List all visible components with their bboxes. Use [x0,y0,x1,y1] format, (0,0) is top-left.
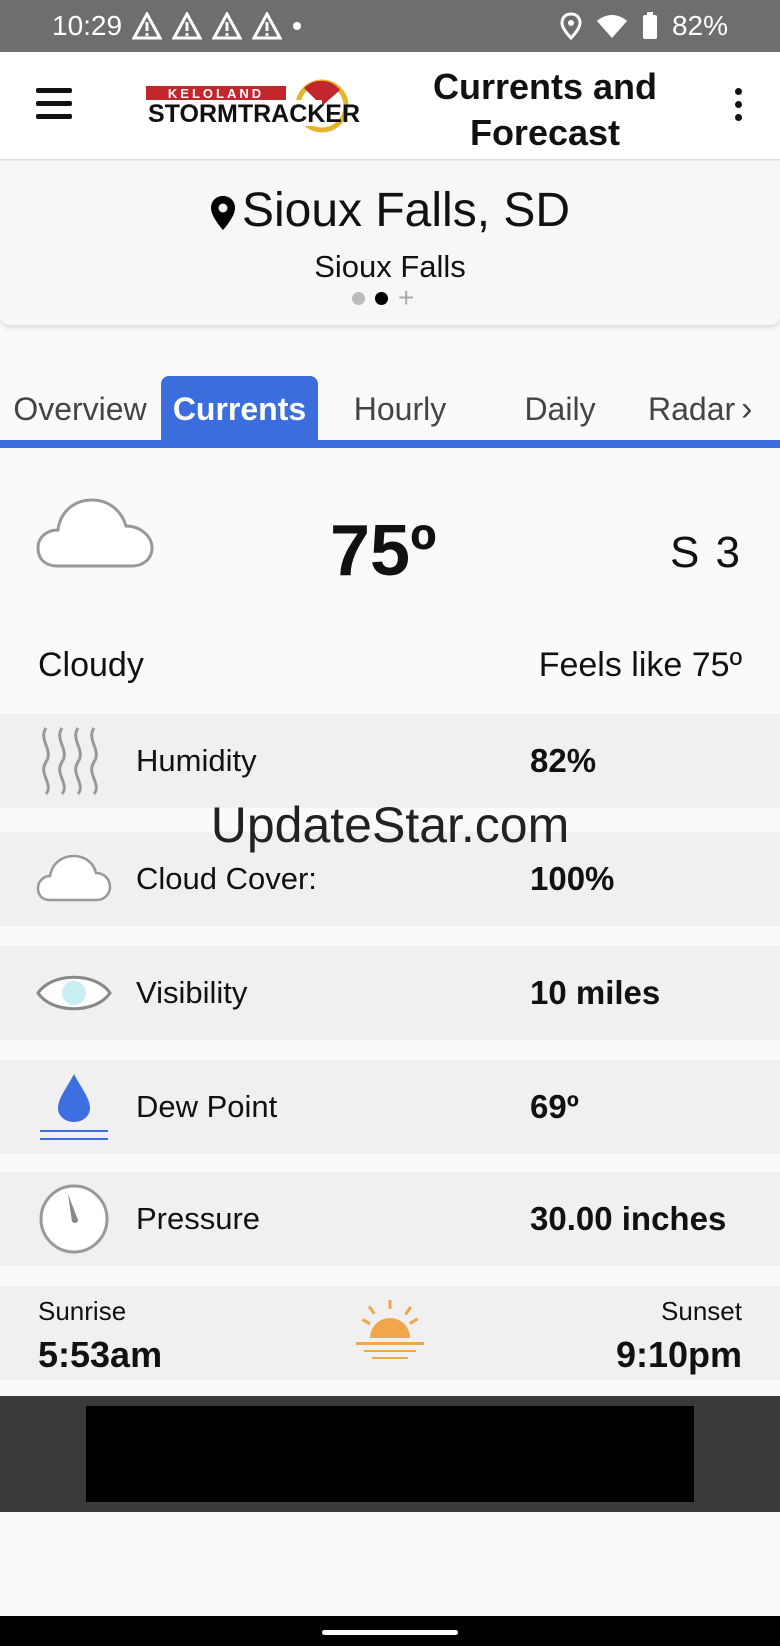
ad-banner[interactable] [86,1406,694,1502]
detail-value: 82% [530,742,597,779]
location-pager[interactable]: + [352,284,414,312]
detail-value: 10 miles [530,974,661,1011]
condition-text: Cloudy [38,646,144,684]
add-location-button[interactable]: + [398,284,414,312]
eye-icon [36,975,112,1011]
humidity-icon [42,727,98,795]
location-subtitle: Sioux Falls [314,249,466,284]
warning-icon [252,12,283,40]
sunset-label: Sunset [661,1296,742,1326]
tab-indicator [0,440,780,448]
map-pin-icon [210,196,235,231]
keloland-stormtracker-logo: KELOLAND STORMTRACKER [146,79,360,133]
watermark: UpdateStar.com [210,797,570,853]
app-bar: KELOLAND STORMTRACKER Currents and Forec… [0,52,780,160]
bottom-spacer [0,1512,780,1616]
cloud-icon [36,498,154,568]
hamburger-menu-icon[interactable] [36,88,72,124]
warning-icon [132,12,163,40]
tab-hourly[interactable]: Hourly [320,376,480,442]
detail-value: 30.00 inches [530,1200,727,1237]
tab-currents[interactable]: Currents [161,376,318,442]
detail-row-dew-point: Dew Point 69º [0,1060,780,1154]
sunset-icon [356,1300,424,1359]
svg-text:STORMTRACKER: STORMTRACKER [148,100,360,128]
chevron-right-icon[interactable]: › [741,376,752,442]
detail-label: Humidity [136,743,257,778]
battery-icon [642,12,657,39]
tab-bar: Overview Currents Hourly Daily Radar › [0,374,780,448]
detail-label: Pressure [136,1201,261,1236]
detail-label: Dew Point [136,1089,278,1124]
location-name: Sioux Falls, SD [241,184,571,237]
pager-dot[interactable] [352,291,365,305]
detail-value: 69º [530,1088,579,1125]
sun-times: Sunrise 5:53am Sunset 9:10pm [0,1286,780,1380]
sunrise-label: Sunrise [38,1296,127,1326]
detail-row-visibility: Visibility 10 miles [0,946,780,1040]
current-conditions: 75º S 3 Cloudy Feels like 75º [0,470,780,710]
location-card[interactable]: Sioux Falls, SD Sioux Falls + [0,161,780,325]
ad-banner-container [0,1396,780,1512]
feels-like-text: Feels like 75º [538,646,742,684]
tab-radar-label: Radar [648,391,736,427]
notification-dot-icon [293,22,302,30]
warning-icon [212,12,243,40]
battery-percent: 82% [671,10,728,41]
system-navigation-bar [0,1616,780,1646]
wind-readout: S 3 [669,528,742,577]
wifi-icon [596,15,627,38]
gauge-icon [39,1184,109,1254]
location-icon [560,12,582,40]
overflow-menu-icon[interactable] [732,88,744,128]
detail-row-pressure: Pressure 30.00 inches [0,1172,780,1266]
sunset-time: 9:10pm [615,1334,742,1375]
sunrise-time: 5:53am [38,1334,163,1375]
warning-icon [172,12,203,40]
tab-daily[interactable]: Daily [480,376,640,442]
pager-dot-active[interactable] [375,291,388,305]
tab-radar[interactable]: Radar › [640,376,775,442]
detail-label: Visibility [136,975,248,1010]
home-gesture-handle[interactable] [322,1630,458,1635]
page-title: Currents and Forecast [432,66,658,153]
status-bar: 10:29 82% [0,0,780,52]
status-time: 10:29 [52,10,123,41]
tab-overview[interactable]: Overview [0,376,160,442]
current-temperature: 75º [330,511,437,591]
svg-text:KELOLAND: KELOLAND [168,86,264,101]
water-drop-icon [40,1074,108,1140]
detail-row-humidity: Humidity 82% [0,714,780,808]
